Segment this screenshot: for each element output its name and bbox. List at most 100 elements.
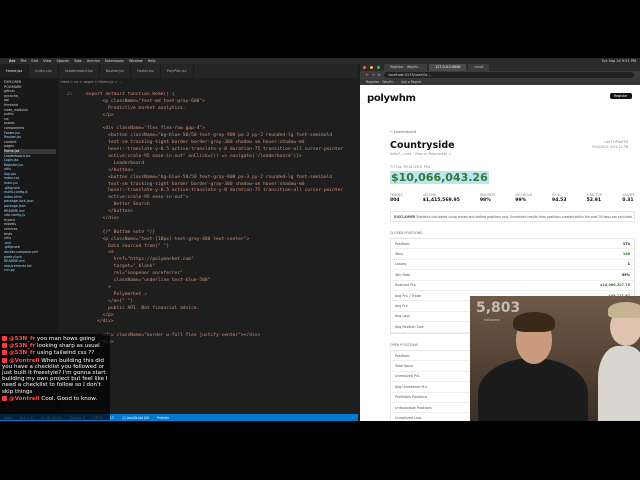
bookmark-item[interactable]: Register - Wayfin... xyxy=(366,80,396,84)
code-text: active:scale-95 ease-in-out"> xyxy=(86,195,189,201)
zoom-window-icon[interactable] xyxy=(377,66,380,69)
stat-label: VOLUME xyxy=(422,193,437,197)
menu-item[interactable]: View xyxy=(43,59,51,63)
code-text: > xyxy=(86,284,111,290)
code-text: </button> xyxy=(86,167,134,173)
row-label: Total Value xyxy=(395,364,414,369)
browser-tab[interactable]: 127.0.0.1:5000 xyxy=(429,64,467,71)
chat-username: @Vontrell xyxy=(9,357,40,364)
code-line: </a>{" "} xyxy=(60,299,356,306)
editor-tab[interactable]: Home.jsx xyxy=(0,64,30,78)
follower-caption: followers xyxy=(484,318,500,322)
stat-item: K FACTOR 52.91 xyxy=(587,193,603,203)
stat-value: 804 xyxy=(390,198,400,203)
disclaimer-label: DISCLAIMER xyxy=(394,215,416,219)
menu-item[interactable]: Help xyxy=(148,59,156,63)
code-text: rel="noopener noreferrer" xyxy=(86,271,183,277)
close-window-icon[interactable] xyxy=(363,66,366,69)
code-line: </p> xyxy=(60,113,356,120)
row-value: $10,066,207.78 xyxy=(600,283,630,288)
breadcrumb: client > src > pages > Home.jsx > ... xyxy=(60,80,122,84)
browser-tab[interactable]: Register - Wayfin... xyxy=(384,64,428,71)
menu-item[interactable]: Archive xyxy=(87,59,100,63)
stat-label: EV % xyxy=(552,193,561,197)
back-to-leaderboard-link[interactable]: ← Leaderboard xyxy=(390,130,416,134)
code-line: className="underline text-blue-500" xyxy=(60,278,356,285)
row-label: Avg PnL / Trade xyxy=(395,293,421,298)
code-line: Data sourced from{" "} xyxy=(60,244,356,251)
editor-tab[interactable]: index.css xyxy=(29,64,59,78)
code-line: </button> xyxy=(60,168,356,175)
webcam-overlay: 5,803 followers xyxy=(470,296,640,421)
menu-item[interactable]: Spaces xyxy=(56,59,69,63)
menubar-app[interactable]: Arc xyxy=(9,59,16,63)
user-address[interactable]: 0x8a7...c4e4 · View on Polymarket ↗ xyxy=(390,152,451,156)
status-item[interactable]: {} JavaScript JSX xyxy=(122,416,149,420)
row-label: Avg PnL xyxy=(395,304,409,309)
editor-tab[interactable]: Footer.jsx xyxy=(131,64,161,78)
stats-row: TRADES 804 VOLUME $1,415,569.95 WIN RATE 98% A… xyxy=(390,193,635,203)
reload-icon[interactable]: ↻ xyxy=(378,73,381,77)
menu-item[interactable]: Edit xyxy=(31,59,38,63)
brand-logo[interactable]: polywhm xyxy=(367,93,416,104)
disclaimer-text: Statistics calculated using closed and s… xyxy=(416,215,633,219)
closed-positions-heading: CLOSED POSITIONS xyxy=(390,231,423,235)
chat-message: @Vontrell Cool. Good to know. xyxy=(2,395,108,402)
status-item[interactable]: Prettier xyxy=(157,416,169,420)
editor-tab[interactable]: Navbar.jsx xyxy=(100,64,131,78)
back-arrow-icon[interactable]: ← xyxy=(366,73,369,77)
stat-item: SHARPE 0.31 xyxy=(622,193,635,203)
code-line: Predictive market analytics. xyxy=(60,106,356,113)
row-label: Losses xyxy=(395,262,407,267)
code-text: href="https://polymarket.com" xyxy=(86,257,194,263)
code-line: 25 export default function Home() { xyxy=(60,92,356,99)
person-right xyxy=(598,346,640,421)
menu-item[interactable]: Tabs xyxy=(74,59,82,63)
editor-tab[interactable]: PolyPlot.jsx xyxy=(161,64,194,78)
row-value: 99% xyxy=(621,272,630,277)
code-line: public API. Not financial advice. xyxy=(60,306,356,313)
menubar-clock: Tue Sep 24 9:51 PM xyxy=(601,59,636,63)
stat-label: TRADES xyxy=(390,193,403,197)
code-text: <div className="flex flex-row gap-4"> xyxy=(86,126,205,132)
menu-item[interactable]: Extensions xyxy=(105,59,124,63)
follower-counter: 5,803 xyxy=(476,300,521,316)
header-register-button[interactable]: Register xyxy=(610,93,632,99)
code-text: Leaderboard xyxy=(86,160,145,166)
code-line: </button> xyxy=(60,209,356,216)
browser-tab[interactable]: cloud xyxy=(468,64,490,71)
stat-item: TRADES 804 xyxy=(390,193,403,203)
status-item[interactable]: LF xyxy=(110,416,114,420)
open-positions-heading: OPEN POSITIONS xyxy=(390,343,418,347)
chat-badge-icon xyxy=(2,343,7,349)
chat-message: @S3N_fr looking sharp as usual xyxy=(2,343,108,349)
stat-label: K FACTOR xyxy=(586,193,603,197)
stat-value: 0.31 xyxy=(622,198,634,203)
row-label: Positions xyxy=(395,241,410,246)
menu-item[interactable]: File xyxy=(21,59,27,63)
row-label: Avg Unrealized PnL xyxy=(395,384,428,389)
chat-username: @S3N_fr xyxy=(9,350,36,357)
stat-value: 52.91 xyxy=(586,198,602,203)
code-text: public API. Not financial advice. xyxy=(86,305,200,311)
code-line: hover:-translate-y-0.5 active:translate-… xyxy=(60,147,356,154)
code-line: </div> xyxy=(60,319,356,326)
code-line: </div> xyxy=(60,216,356,223)
code-text: <div className="border w-full flex justi… xyxy=(86,333,261,339)
editor-tabs: Home.jsx index.css Leaderboard.jsx Navbar.j… xyxy=(0,64,358,78)
explorer-item[interactable]: run.py xyxy=(4,268,56,273)
stat-label: SHARPE xyxy=(622,193,635,197)
menu-item[interactable]: Window xyxy=(129,59,143,63)
bookmark-item[interactable]: Ask a Report xyxy=(401,80,421,84)
code-text: </a>{" "} xyxy=(86,298,134,304)
row-value: 174 xyxy=(622,241,630,246)
stat-value: 94.53 xyxy=(552,198,567,203)
row-label: Avg Position Size xyxy=(395,324,424,329)
forward-arrow-icon[interactable]: → xyxy=(372,73,375,77)
url-bar[interactable]: localhost:5173/user/0x... xyxy=(383,72,634,78)
editor-tab[interactable]: Leaderboard.jsx xyxy=(59,64,100,78)
person-right-hair xyxy=(608,302,640,318)
minimize-window-icon[interactable] xyxy=(370,66,373,69)
code-line: <p className="text-md text-gray-600"> xyxy=(60,99,356,106)
